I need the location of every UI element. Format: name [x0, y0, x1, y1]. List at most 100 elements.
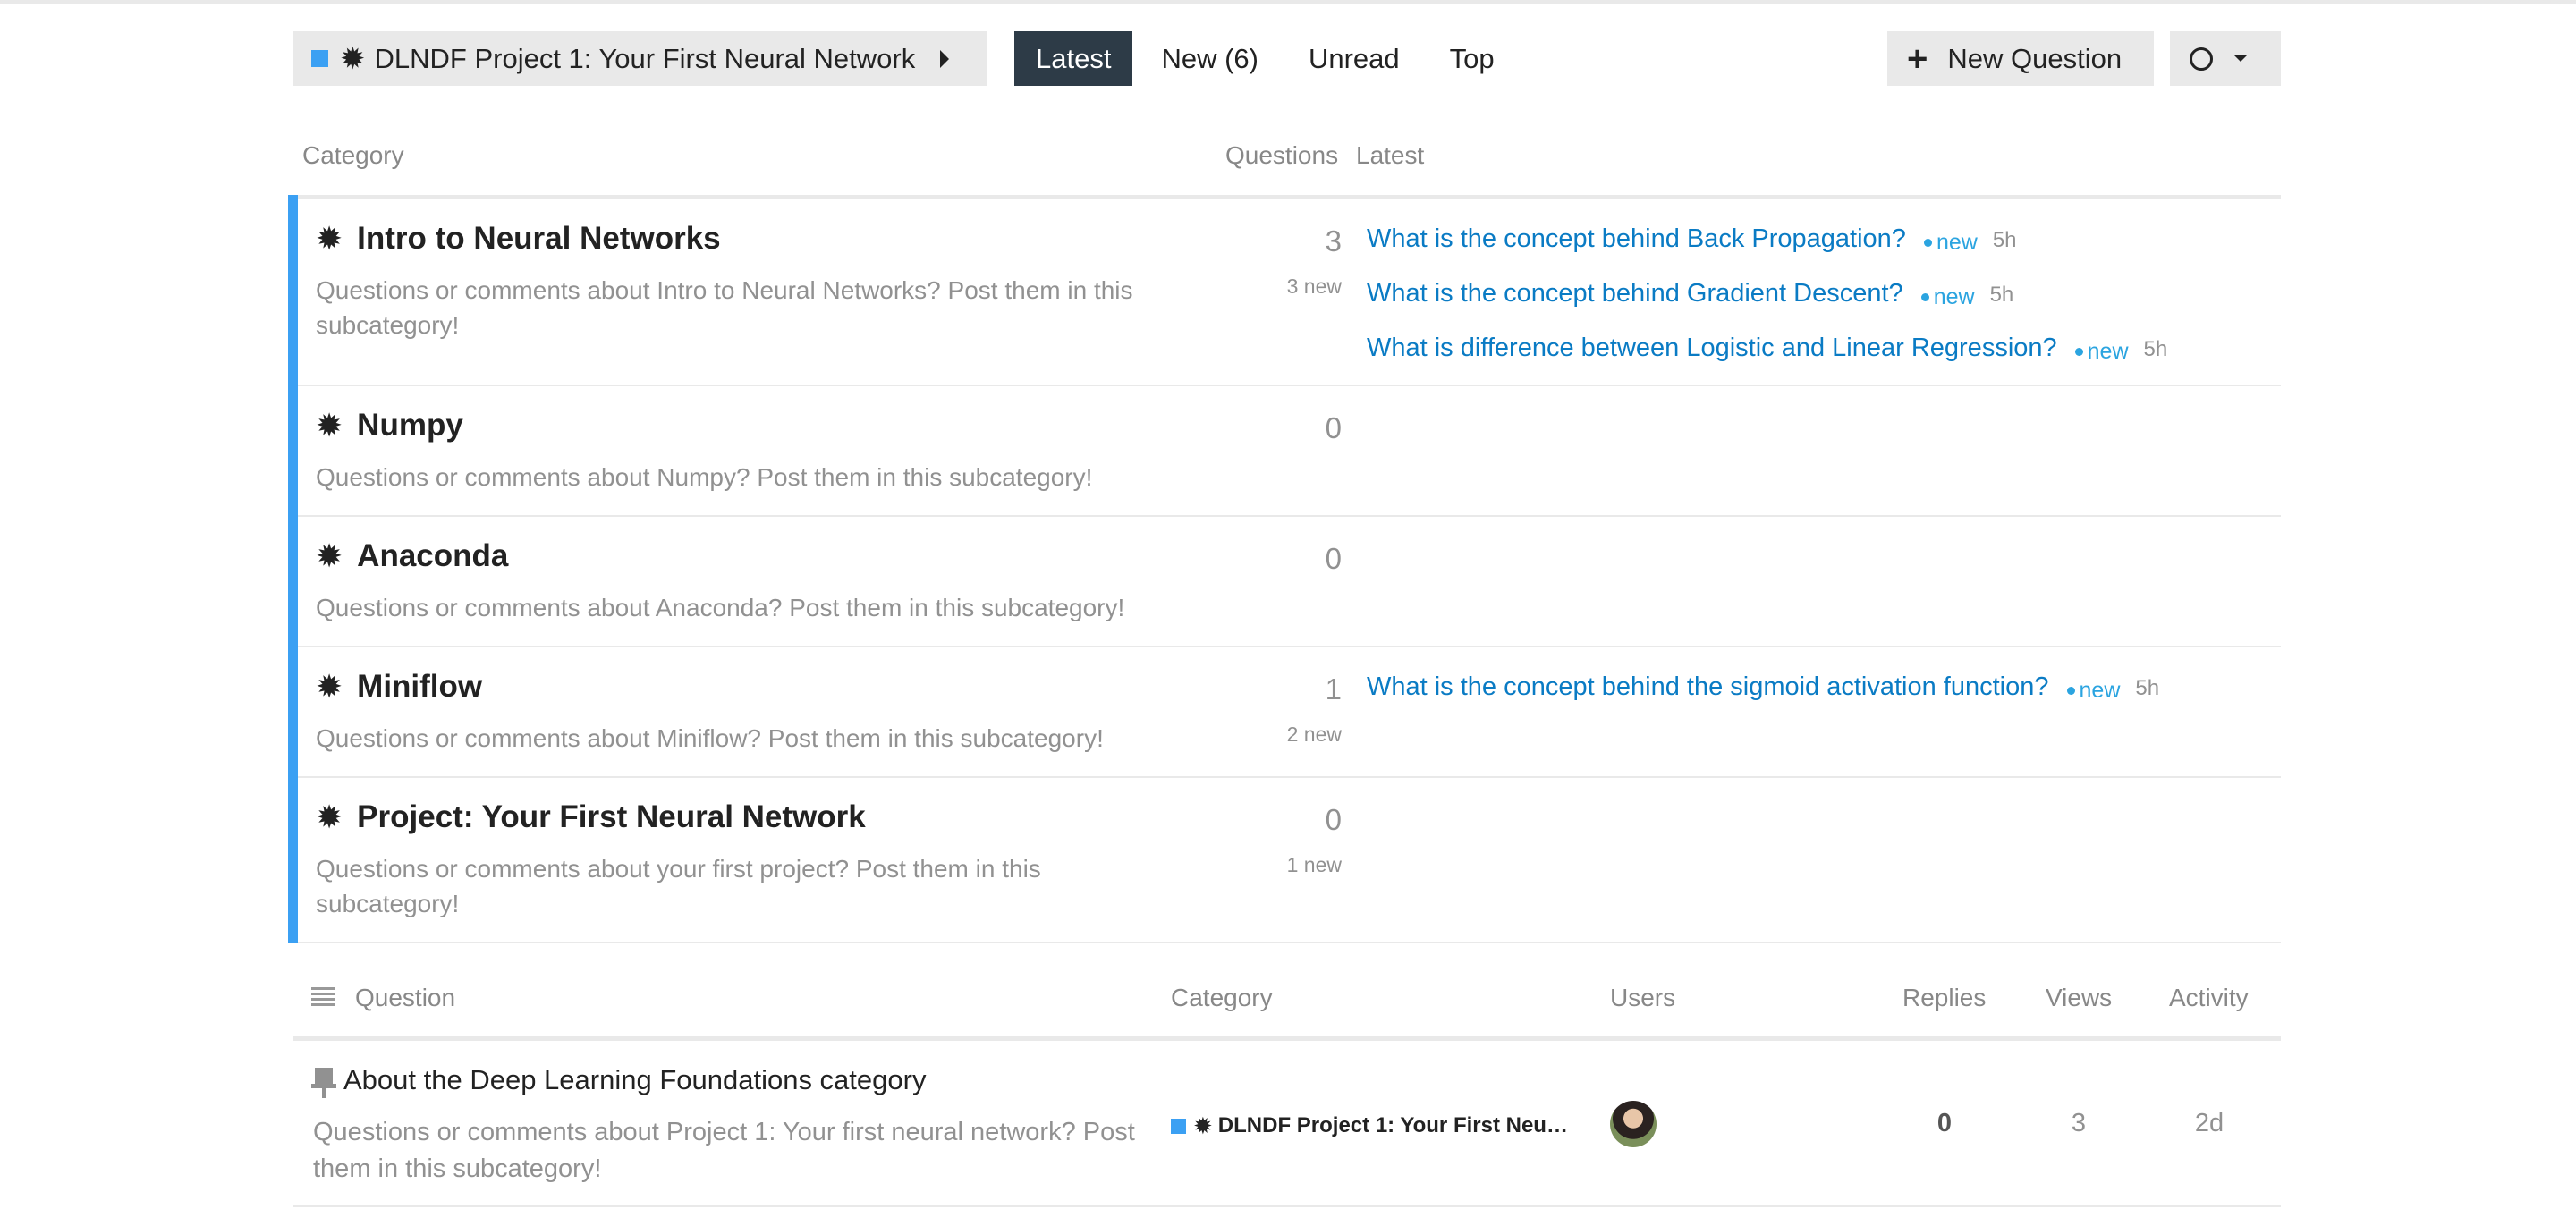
category-title[interactable]: Anaconda: [357, 538, 508, 574]
category-title[interactable]: Intro to Neural Networks: [357, 221, 720, 257]
column-header-category[interactable]: Category: [1171, 984, 1273, 1012]
latest-topic-link[interactable]: What is difference between Logistic and …: [1367, 334, 2057, 363]
column-header-activity[interactable]: Activity: [2169, 984, 2249, 1012]
new-count[interactable]: 3 new: [1287, 275, 1342, 299]
category-row: ✹ Intro to Neural Networks Questions or …: [298, 199, 2281, 386]
list-icon: [311, 987, 335, 1007]
circle-icon: [2190, 46, 2213, 71]
category-description: Questions or comments about Numpy? Post …: [316, 463, 1093, 491]
new-badge[interactable]: new: [2066, 678, 2121, 704]
caret-right-icon: [940, 49, 950, 68]
latest-topics: What is the concept behind the sigmoid a…: [1367, 672, 2159, 727]
new-question-button[interactable]: + New Question: [1887, 31, 2154, 86]
category-name[interactable]: ✹ Miniflow: [316, 669, 482, 705]
topic-row: About the Deep Learning Foundations cate…: [293, 1041, 2281, 1207]
question-count: 0: [1325, 411, 1342, 444]
category-color-swatch: [1171, 1118, 1186, 1134]
question-count: 3: [1325, 224, 1342, 258]
tab-unread[interactable]: Unread: [1287, 31, 1421, 86]
category-title[interactable]: Miniflow: [357, 669, 482, 705]
column-header-latest: Latest: [1356, 141, 1425, 169]
category-row: ✹ Numpy Questions or comments about Nump…: [298, 386, 2281, 517]
column-header-views[interactable]: Views: [2046, 984, 2112, 1012]
category-name[interactable]: ✹ Project: Your First Neural Network: [316, 799, 866, 835]
topic-age: 5h: [1989, 283, 2014, 307]
views-count: 3: [2071, 1109, 2087, 1137]
gear-icon: ✹: [316, 668, 343, 705]
new-badge-label: new: [2079, 678, 2121, 703]
latest-topic: What is the concept behind Gradient Desc…: [1367, 279, 2167, 334]
topic-category-name: DLNDF Project 1: Your First Neural Netwo…: [1217, 1113, 1576, 1137]
gear-icon: ✹: [316, 220, 343, 257]
new-badge[interactable]: new: [1923, 230, 1978, 256]
latest-topics: What is the concept behind Back Propagat…: [1367, 224, 2167, 388]
topic-category-badge[interactable]: ✹ DLNDF Project 1: Your First Neural Net…: [1171, 1113, 1576, 1138]
avatar[interactable]: [1610, 1101, 1657, 1147]
category-breadcrumb-dropdown[interactable]: ✹ DLNDF Project 1: Your First Neural Net…: [293, 31, 987, 86]
category-description: Questions or comments about your first p…: [316, 855, 1041, 917]
nav-tabs: Latest New (6) Unread Top: [1014, 31, 1516, 86]
tab-top[interactable]: Top: [1428, 31, 1516, 86]
new-badge-label: new: [1933, 284, 1975, 309]
new-badge-label: new: [2087, 339, 2129, 364]
category-description: Questions or comments about Anaconda? Po…: [316, 594, 1125, 621]
latest-topic: What is the concept behind the sigmoid a…: [1367, 672, 2159, 727]
category-color-swatch: [311, 50, 328, 67]
category-description: Questions or comments about Intro to Neu…: [316, 276, 1133, 339]
category-row: ✹ Anaconda Questions or comments about A…: [298, 517, 2281, 647]
column-header-users: Users: [1610, 984, 1676, 1011]
gear-icon: ✹: [1193, 1112, 1213, 1139]
new-badge[interactable]: new: [1920, 284, 1975, 310]
gear-icon: ✹: [340, 41, 366, 76]
latest-topic-link[interactable]: What is the concept behind the sigmoid a…: [1367, 672, 2049, 702]
latest-topic: What is the concept behind Back Propagat…: [1367, 224, 2167, 279]
category-name[interactable]: ✹ Anaconda: [316, 538, 508, 574]
tab-new[interactable]: New (6): [1140, 31, 1280, 86]
question-count: 0: [1325, 803, 1342, 836]
new-count[interactable]: 1 new: [1287, 853, 1342, 877]
dot-icon: [1920, 293, 1929, 301]
category-name[interactable]: ✹ Intro to Neural Networks: [316, 221, 721, 257]
column-header-category: Category: [302, 141, 404, 169]
top-border: [0, 0, 2576, 4]
category-row: ✹ Project: Your First Neural Network Que…: [298, 778, 2281, 943]
category-row: ✹ Miniflow Questions or comments about M…: [298, 647, 2281, 778]
gear-icon: ✹: [316, 537, 343, 574]
gear-icon: ✹: [316, 799, 343, 835]
topic-title-link[interactable]: About the Deep Learning Foundations cate…: [343, 1064, 926, 1096]
category-title[interactable]: Project: Your First Neural Network: [357, 799, 866, 835]
replies-count: 0: [1936, 1109, 1953, 1137]
topic-age: 5h: [2135, 676, 2160, 700]
new-count[interactable]: 2 new: [1287, 723, 1342, 747]
dot-icon: [1923, 239, 1932, 247]
question-count: 0: [1325, 542, 1342, 575]
category-description: Questions or comments about Miniflow? Po…: [316, 724, 1104, 752]
topic-age: 5h: [2143, 337, 2168, 361]
latest-topic-link[interactable]: What is the concept behind Gradient Desc…: [1367, 279, 1903, 309]
plus-icon: +: [1907, 38, 1928, 79]
category-title[interactable]: Numpy: [357, 408, 463, 444]
activity-age[interactable]: 2d: [2174, 1109, 2245, 1138]
breadcrumb-label: DLNDF Project 1: Your First Neural Netwo…: [374, 42, 916, 74]
question-count: 1: [1325, 672, 1342, 706]
column-header-questions: Questions: [1225, 141, 1339, 169]
column-header-question[interactable]: Question: [355, 984, 455, 1012]
navigation-bar: ✹ DLNDF Project 1: Your First Neural Net…: [293, 31, 2281, 87]
new-badge-label: new: [1936, 230, 1978, 255]
dot-icon: [2066, 687, 2075, 695]
latest-topic: What is difference between Logistic and …: [1367, 334, 2167, 388]
topic-excerpt: Questions or comments about Project 1: Y…: [313, 1118, 1135, 1183]
tab-latest[interactable]: Latest: [1014, 31, 1133, 86]
topic-age: 5h: [1992, 228, 2017, 252]
new-question-label: New Question: [1947, 42, 2123, 74]
dot-icon: [2074, 348, 2083, 356]
gear-icon: ✹: [316, 407, 343, 444]
new-badge[interactable]: new: [2074, 339, 2129, 365]
category-color-bar: [288, 195, 298, 943]
column-header-replies[interactable]: Replies: [1902, 984, 1986, 1012]
latest-topic-link[interactable]: What is the concept behind Back Propagat…: [1367, 224, 1906, 254]
pin-icon: [311, 1068, 336, 1098]
caret-down-icon: [2234, 55, 2247, 62]
category-name[interactable]: ✹ Numpy: [316, 408, 463, 444]
notification-level-dropdown[interactable]: [2170, 31, 2281, 86]
